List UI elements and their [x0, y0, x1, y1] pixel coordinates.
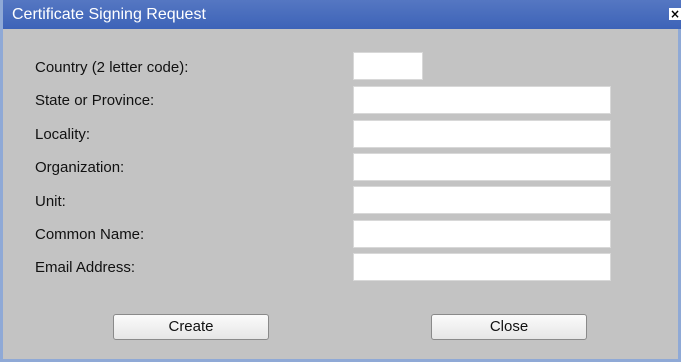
window-title: Certificate Signing Request [12, 6, 206, 23]
email-field[interactable] [353, 253, 611, 281]
state-field[interactable] [353, 86, 611, 114]
locality-label: Locality: [35, 126, 91, 143]
close-button[interactable]: Close [431, 314, 587, 340]
close-icon[interactable]: × [669, 8, 681, 20]
title-bar[interactable]: Certificate Signing Request × [3, 0, 681, 29]
create-button[interactable]: Create [113, 314, 269, 340]
email-label: Email Address: [35, 259, 136, 276]
country-label: Country (2 letter code): [35, 59, 189, 76]
certificate-signing-request-dialog: Certificate Signing Request × Country (2… [0, 0, 681, 362]
common-name-label: Common Name: [35, 226, 145, 243]
state-label: State or Province: [35, 92, 155, 109]
country-field[interactable] [353, 52, 423, 80]
locality-field[interactable] [353, 120, 611, 148]
organization-label: Organization: [35, 159, 125, 176]
unit-field[interactable] [353, 186, 611, 214]
common-name-field[interactable] [353, 220, 611, 248]
organization-field[interactable] [353, 153, 611, 181]
unit-label: Unit: [35, 193, 66, 210]
